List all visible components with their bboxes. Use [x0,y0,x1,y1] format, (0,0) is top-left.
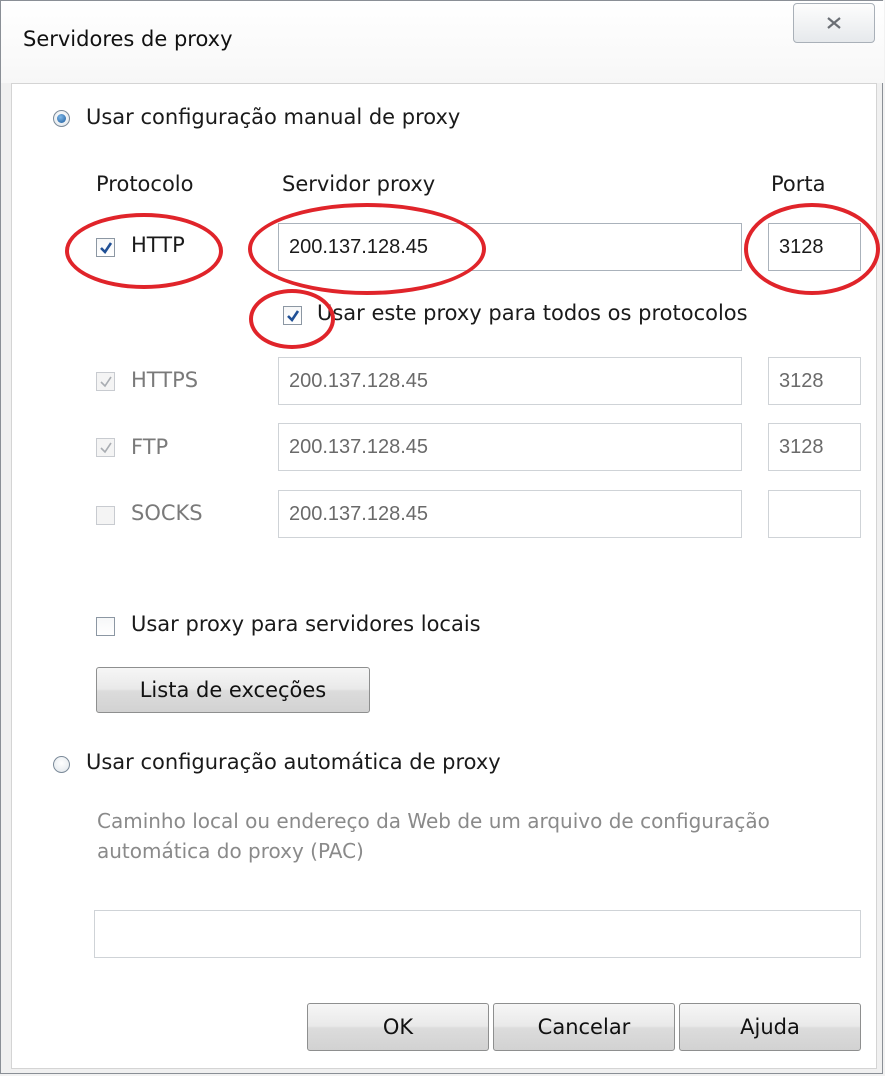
ftp-server-input[interactable]: 200.137.128.45 [278,423,742,471]
http-server-input[interactable]: 200.137.128.45 [278,223,742,271]
close-icon [827,17,841,29]
title-bar: Servidores de proxy [1,1,884,83]
http-label: HTTP [131,233,185,257]
ftp-checkbox[interactable] [96,438,115,457]
http-port-input[interactable]: 3128 [768,223,861,271]
auto-proxy-label: Usar configuração automática de proxy [86,750,501,774]
protocol-header: Protocolo [96,172,194,196]
manual-proxy-label: Usar configuração manual de proxy [86,105,461,129]
close-button[interactable] [793,3,875,43]
https-label: HTTPS [131,368,199,392]
socks-checkbox[interactable] [96,506,115,525]
http-checkbox[interactable] [96,238,115,257]
dialog-title: Servidores de proxy [23,27,233,51]
local-proxy-checkbox[interactable] [96,617,115,636]
pac-hint: Caminho local ou endereço da Web de um a… [97,809,770,863]
https-port-input[interactable]: 3128 [768,357,861,405]
proxy-servers-dialog: Servidores de proxy Usar configuração ma… [0,0,884,1074]
pac-url-input[interactable] [94,910,861,958]
cancel-button[interactable]: Cancelar [493,1003,675,1051]
exceptions-list-button[interactable]: Lista de exceções [96,667,370,713]
ftp-label: FTP [131,435,169,459]
local-proxy-label: Usar proxy para servidores locais [131,612,481,636]
ftp-port-input[interactable]: 3128 [768,423,861,471]
checkmark-icon [100,242,113,255]
use-for-all-checkbox[interactable] [283,306,302,325]
use-for-all-label: Usar este proxy para todos os protocolos [317,301,748,325]
checkmark-icon [287,310,300,323]
socks-server-input[interactable]: 200.137.128.45 [278,490,742,538]
https-server-input[interactable]: 200.137.128.45 [278,357,742,405]
port-header: Porta [771,172,826,196]
checkmark-icon [100,376,112,388]
socks-port-input[interactable] [768,490,861,538]
checkmark-icon [100,442,112,454]
manual-proxy-radio[interactable] [53,110,70,127]
https-checkbox[interactable] [96,372,115,391]
auto-proxy-radio[interactable] [53,756,70,773]
socks-label: SOCKS [131,501,203,525]
ok-button[interactable]: OK [307,1003,489,1051]
help-button[interactable]: Ajuda [679,1003,861,1051]
server-header: Servidor proxy [282,172,436,196]
